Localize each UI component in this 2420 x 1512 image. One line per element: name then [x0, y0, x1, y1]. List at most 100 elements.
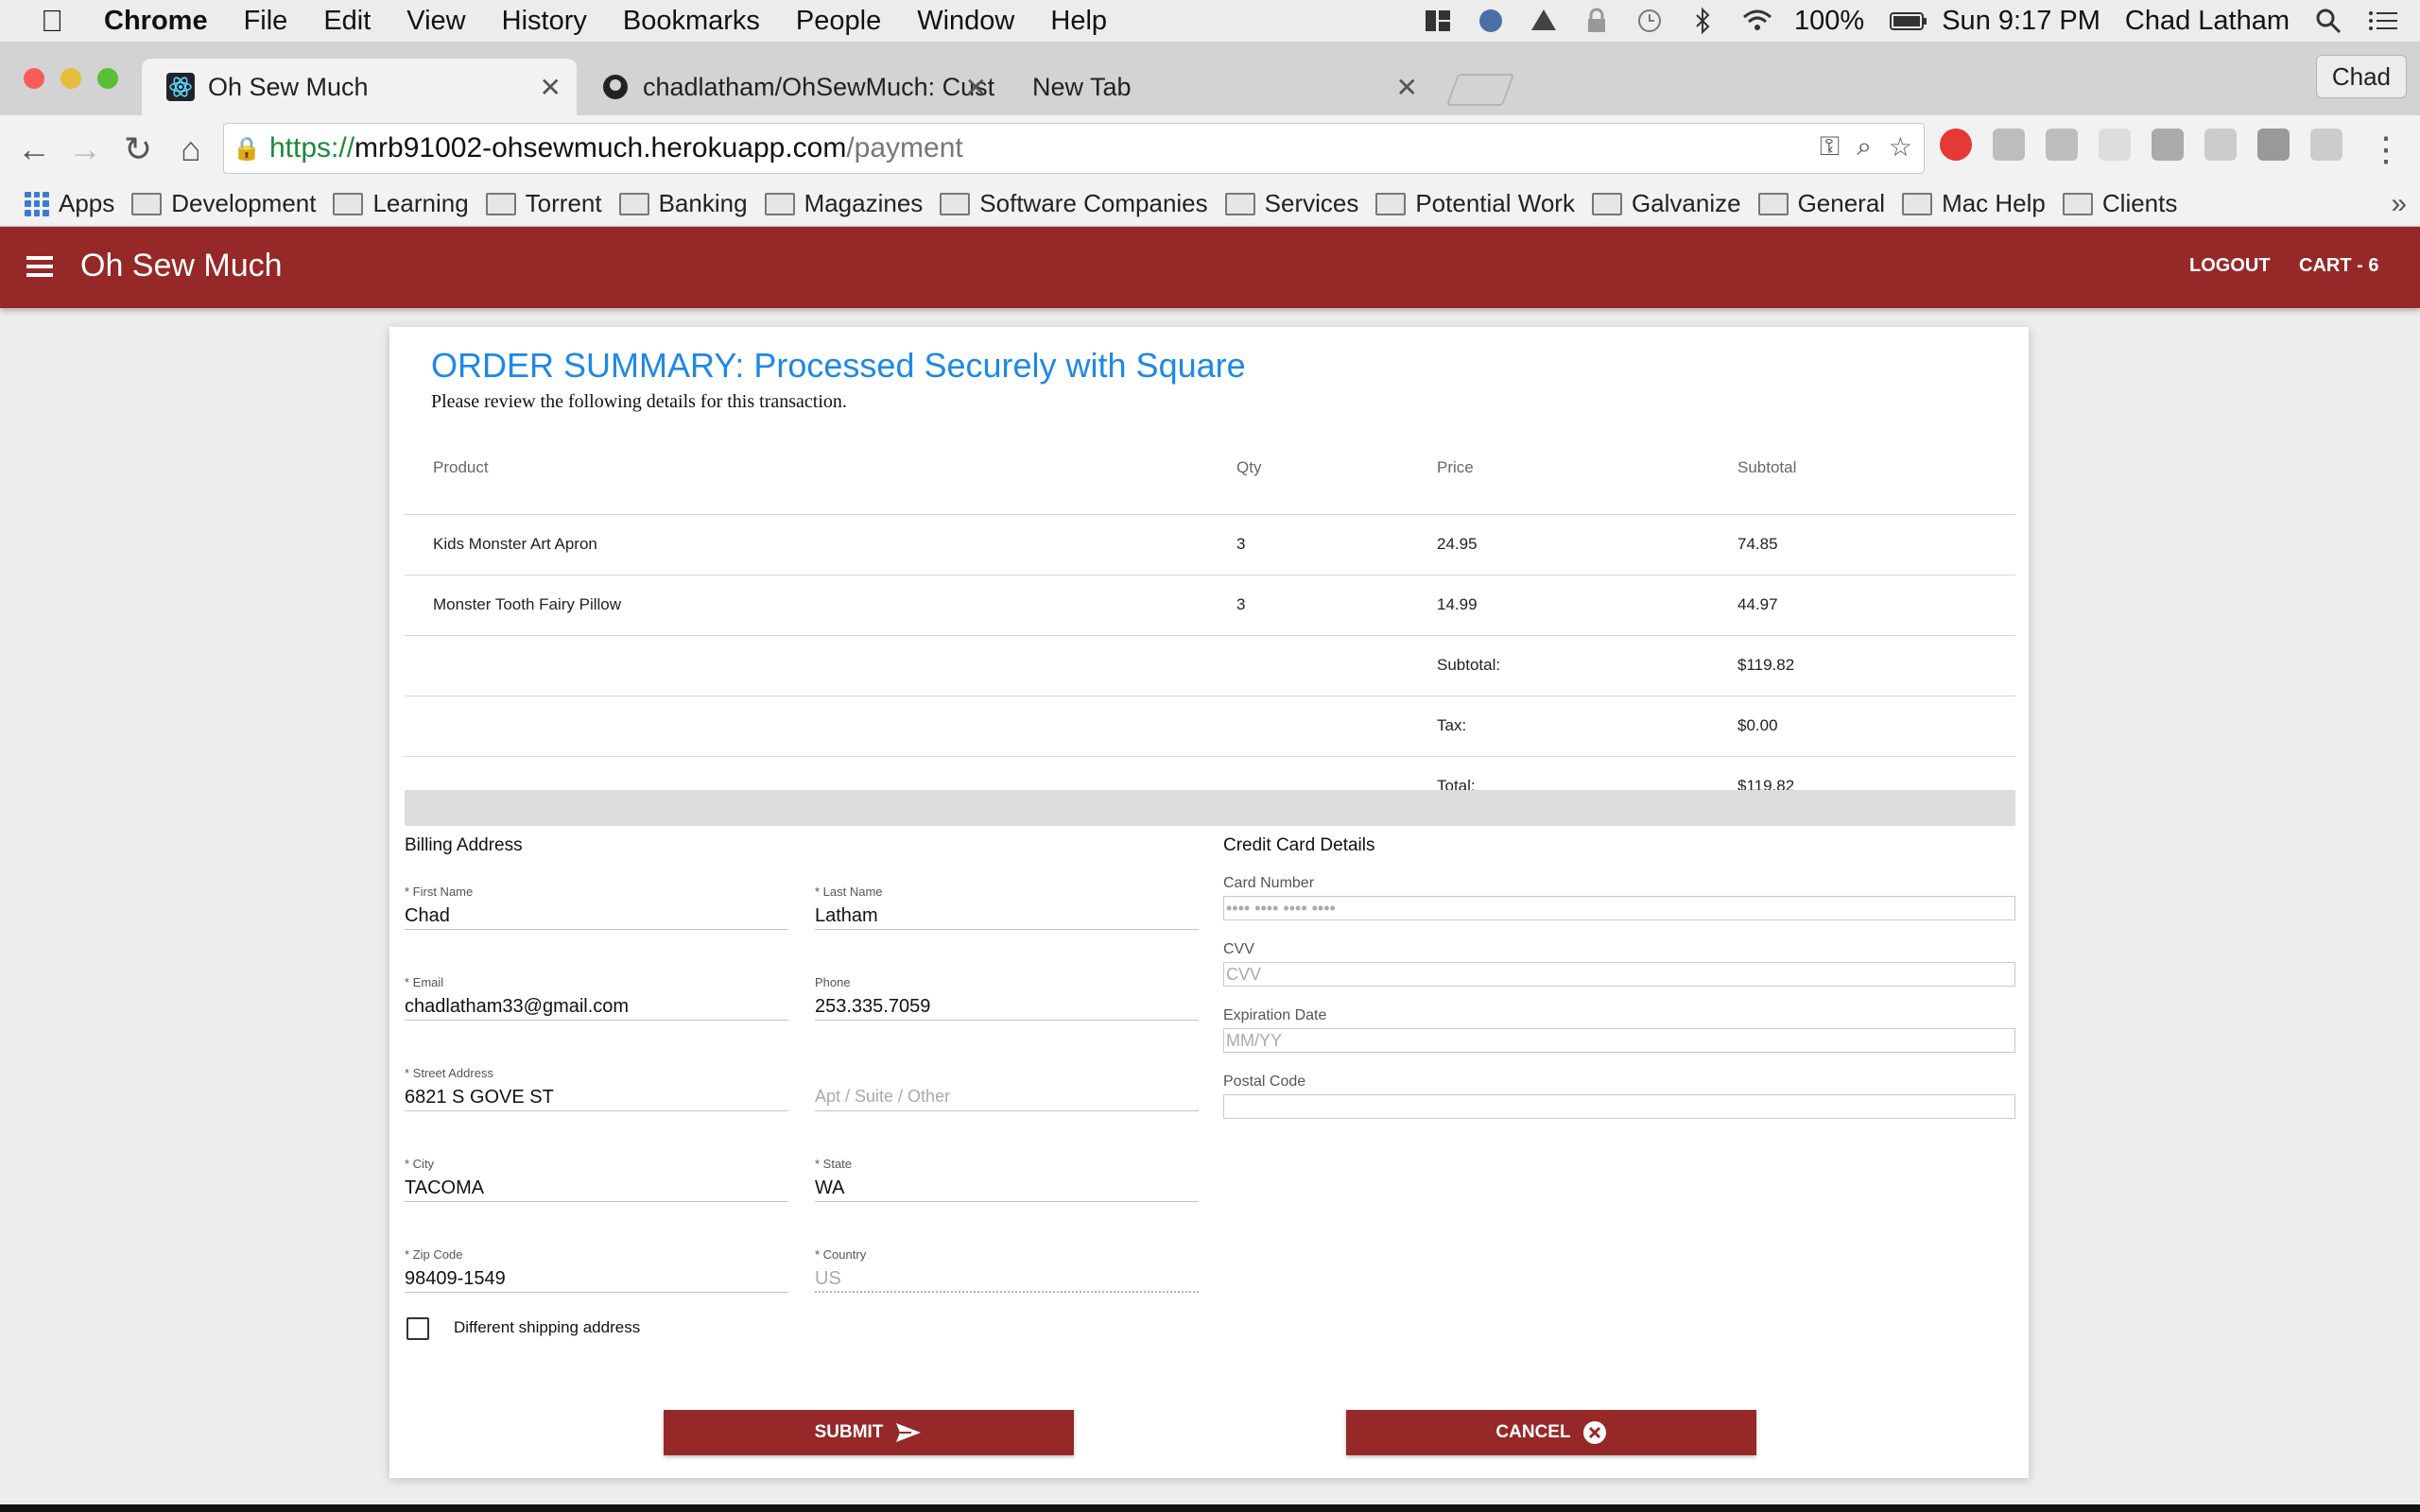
key-icon[interactable]: ⚿: [1820, 131, 1840, 163]
bookmark-learning[interactable]: Learning: [333, 189, 469, 218]
bookmarks-overflow-icon[interactable]: »: [2391, 188, 2407, 220]
forward-arrow-icon[interactable]: →: [64, 129, 106, 170]
tab-oh-sew-much[interactable]: Oh Sew Much ✕: [142, 59, 577, 115]
vpn-icon[interactable]: [1477, 7, 1505, 35]
menu-edit[interactable]: Edit: [323, 6, 371, 37]
bookmark-general[interactable]: General: [1757, 189, 1885, 218]
cancel-button[interactable]: CANCEL: [1346, 1410, 1756, 1455]
menu-bookmarks[interactable]: Bookmarks: [623, 6, 760, 37]
bookmark-apps[interactable]: Apps: [25, 189, 114, 218]
tab-close-icon[interactable]: ✕: [965, 72, 987, 103]
city-field[interactable]: * City TACOMA: [405, 1157, 788, 1202]
phone-input[interactable]: 253.335.7059: [815, 990, 1199, 1021]
last-name-input[interactable]: Latham: [815, 900, 1199, 930]
cvv-field[interactable]: CVV CVV: [1223, 941, 2015, 987]
menu-history[interactable]: History: [502, 6, 587, 37]
notification-center-icon[interactable]: [2367, 7, 2397, 35]
state-field[interactable]: * State WA: [815, 1157, 1199, 1202]
bookmark-magazines[interactable]: Magazines: [764, 189, 923, 218]
zip-code-field[interactable]: * Zip Code 98409-1549: [405, 1247, 788, 1293]
bookmark-label: Learning: [372, 189, 469, 217]
postal-code-input[interactable]: [1223, 1094, 2015, 1119]
chrome-menu-icon[interactable]: ⋮: [2365, 129, 2407, 170]
macos-menu-bar:  Chrome File Edit View History Bookmark…: [0, 0, 2420, 42]
card-number-input[interactable]: •••• •••• •••• ••••: [1223, 896, 2015, 920]
menubar-user[interactable]: Chad Latham: [2125, 6, 2290, 37]
home-icon[interactable]: ⌂: [170, 129, 212, 170]
bookmark-potential-work[interactable]: Potential Work: [1375, 189, 1575, 218]
window-manager-icon[interactable]: [1424, 7, 1452, 35]
bookmark-development[interactable]: Development: [131, 189, 316, 218]
menubar-clock[interactable]: Sun 9:17 PM: [1942, 6, 2100, 37]
menu-view[interactable]: View: [406, 6, 465, 37]
back-arrow-icon[interactable]: ←: [13, 129, 55, 170]
cart-link[interactable]: CART - 6: [2299, 255, 2378, 277]
bluetooth-icon[interactable]: [1688, 7, 1717, 35]
bookmark-software-companies[interactable]: Software Companies: [940, 189, 1208, 218]
adblock-extension-icon[interactable]: [1940, 129, 1972, 161]
menu-window[interactable]: Window: [917, 6, 1014, 37]
apt-field[interactable]: Apt / Suite / Other: [815, 1066, 1199, 1111]
tab-close-icon[interactable]: ✕: [540, 72, 562, 103]
zip-code-input[interactable]: 98409-1549: [405, 1263, 788, 1293]
drive-extension-icon[interactable]: [1993, 129, 2025, 161]
expiration-field[interactable]: Expiration Date MM/YY: [1223, 1007, 2015, 1053]
json-extension-icon[interactable]: [2099, 129, 2131, 161]
shield-extension-icon[interactable]: [2152, 129, 2184, 161]
tab-new-tab[interactable]: New Tab ✕: [1008, 59, 1433, 115]
bookmark-galvanize[interactable]: Galvanize: [1591, 189, 1741, 218]
phone-field[interactable]: Phone 253.335.7059: [815, 975, 1199, 1021]
street-address-field[interactable]: * Street Address 6821 S GOVE ST: [405, 1066, 788, 1111]
hamburger-menu-icon[interactable]: [26, 256, 53, 279]
new-tab-button[interactable]: [1445, 74, 1515, 106]
card-number-field[interactable]: Card Number •••• •••• •••• ••••: [1223, 875, 2015, 920]
city-input[interactable]: TACOMA: [405, 1172, 788, 1202]
window-zoom-button[interactable]: [97, 68, 118, 89]
wifi-icon[interactable]: [1741, 7, 1772, 35]
folder-extension-icon[interactable]: [2046, 129, 2078, 161]
app-title[interactable]: Oh Sew Much: [80, 248, 283, 284]
first-name-field[interactable]: * First Name Chad: [405, 885, 788, 930]
settings-extension-icon[interactable]: [2310, 129, 2342, 161]
window-close-button[interactable]: [24, 68, 44, 89]
lock-status-icon[interactable]: [1582, 7, 1611, 35]
battery-icon[interactable]: [1889, 7, 1927, 35]
spotlight-search-icon[interactable]: [2314, 7, 2342, 35]
bookmark-star-icon[interactable]: ☆: [1889, 131, 1912, 163]
different-shipping-label[interactable]: Different shipping address: [454, 1318, 640, 1337]
apt-input[interactable]: Apt / Suite / Other: [815, 1081, 1199, 1111]
bookmark-services[interactable]: Services: [1224, 189, 1358, 218]
tab-close-icon[interactable]: ✕: [1396, 72, 1418, 103]
cvv-input[interactable]: CVV: [1223, 962, 2015, 987]
menu-app-chrome[interactable]: Chrome: [104, 6, 208, 37]
submit-button[interactable]: SUBMIT: [664, 1410, 1074, 1455]
window-minimize-button[interactable]: [60, 68, 81, 89]
last-name-field[interactable]: * Last Name Latham: [815, 885, 1199, 930]
postal-code-field[interactable]: Postal Code: [1223, 1074, 2015, 1119]
bookmark-banking[interactable]: Banking: [618, 189, 748, 218]
state-input[interactable]: WA: [815, 1172, 1199, 1202]
logout-link[interactable]: LOGOUT: [2189, 255, 2271, 277]
expiration-input[interactable]: MM/YY: [1223, 1028, 2015, 1053]
email-input[interactable]: chadlatham33@gmail.com: [405, 990, 788, 1021]
angular-extension-icon[interactable]: [2204, 129, 2237, 161]
time-machine-icon[interactable]: [1635, 7, 1664, 35]
apple-menu-icon[interactable]: : [0, 4, 104, 39]
google-drive-icon[interactable]: [1530, 7, 1558, 35]
address-bar[interactable]: 🔒 https://mrb91002-ohsewmuch.herokuapp.c…: [223, 123, 1925, 174]
menu-file[interactable]: File: [244, 6, 288, 37]
reload-icon[interactable]: ↻: [117, 129, 159, 170]
first-name-input[interactable]: Chad: [405, 900, 788, 930]
tab-github-repo[interactable]: chadlatham/OhSewMuch: Cust ✕: [577, 59, 1002, 115]
bookmark-mac-help[interactable]: Mac Help: [1902, 189, 2046, 218]
email-field[interactable]: * Email chadlatham33@gmail.com: [405, 975, 788, 1021]
menu-help[interactable]: Help: [1050, 6, 1107, 37]
font-extension-icon[interactable]: [2257, 129, 2290, 161]
bookmark-torrent[interactable]: Torrent: [485, 189, 602, 218]
zoom-icon[interactable]: ⌕: [1857, 131, 1872, 163]
menu-people[interactable]: People: [796, 6, 881, 37]
profile-button[interactable]: Chad: [2315, 55, 2407, 98]
bookmark-clients[interactable]: Clients: [2062, 189, 2177, 218]
different-shipping-checkbox[interactable]: [406, 1317, 429, 1340]
street-address-input[interactable]: 6821 S GOVE ST: [405, 1081, 788, 1111]
